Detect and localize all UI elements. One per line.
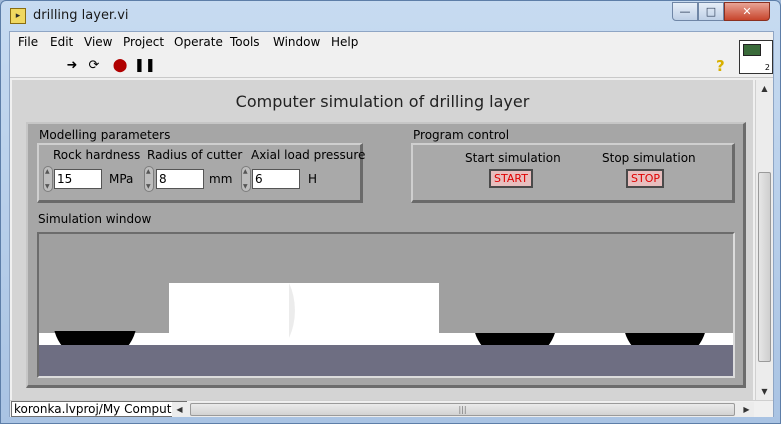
- simulation-canvas: [39, 234, 733, 376]
- rock-right: [439, 234, 733, 333]
- radius-of-cutter-label: Radius of cutter: [147, 148, 243, 162]
- client-area: File Edit View Project Operate Tools Win…: [9, 31, 774, 417]
- panel-title: Computer simulation of drilling layer: [235, 92, 530, 111]
- program-control-cluster: Start simulation START Stop simulation S…: [411, 143, 735, 203]
- vertical-scrollbar[interactable]: ▲ ▼: [755, 80, 773, 400]
- modelling-parameters-cluster: Rock hardness 15 MPa Radius of cutter 8 …: [37, 143, 366, 203]
- application-window: ▸ drilling layer.vi — □ ✕ File Edit View…: [0, 0, 781, 424]
- scroll-up-icon[interactable]: ▲: [756, 80, 773, 97]
- drill-cavity: [169, 283, 439, 338]
- rock-hardness-spinner[interactable]: [43, 166, 53, 192]
- simulation-window: [37, 232, 735, 378]
- menu-edit[interactable]: Edit: [50, 35, 73, 49]
- main-frame: Modelling parameters Program control Roc…: [26, 122, 746, 388]
- close-button[interactable]: ✕: [724, 2, 770, 21]
- maximize-button[interactable]: □: [698, 2, 724, 21]
- minimize-button[interactable]: —: [672, 2, 698, 21]
- status-bar: koronka.lvproj/My Computer ◀ ||| ▶: [10, 400, 773, 417]
- start-simulation-label: Start simulation: [465, 151, 561, 165]
- stop-simulation-label: Stop simulation: [602, 151, 696, 165]
- vertical-scroll-thumb[interactable]: [758, 172, 771, 362]
- run-continuously-icon[interactable]: ⟳: [86, 58, 102, 74]
- vi-number: 2: [764, 63, 770, 72]
- start-button[interactable]: START: [489, 169, 533, 188]
- radius-input[interactable]: 8: [156, 169, 204, 189]
- vi-connector-icon[interactable]: 2: [739, 40, 773, 74]
- project-path[interactable]: koronka.lvproj/My Computer: [11, 401, 187, 417]
- scroll-right-icon[interactable]: ▶: [739, 402, 754, 417]
- simulation-window-label: Simulation window: [38, 212, 152, 226]
- toolbar: ➜ ⟳ ⬤ ❚❚ ?: [10, 54, 773, 78]
- menu-project[interactable]: Project: [123, 35, 164, 49]
- vi-screen-icon: [743, 44, 761, 56]
- menu-view[interactable]: View: [84, 35, 112, 49]
- rock-hardness-label: Rock hardness: [53, 148, 141, 162]
- pressure-unit: H: [308, 172, 318, 186]
- menu-file[interactable]: File: [18, 35, 38, 49]
- pressure-spinner[interactable]: [241, 166, 251, 192]
- base-layer: [39, 345, 733, 376]
- horizontal-scroll-thumb[interactable]: |||: [190, 403, 735, 416]
- rock-top: [169, 234, 439, 283]
- labview-vi-icon: ▸: [10, 8, 26, 24]
- modelling-parameters-label: Modelling parameters: [39, 128, 171, 142]
- rock-hardness-input[interactable]: 15: [54, 169, 102, 189]
- run-arrow-icon[interactable]: ➜: [64, 58, 80, 74]
- axial-load-pressure-label: Axial load pressure: [251, 148, 366, 162]
- rock-left: [39, 234, 169, 331]
- menu-tools[interactable]: Tools: [230, 35, 260, 49]
- scroll-left-icon[interactable]: ◀: [172, 402, 187, 417]
- radius-unit: mm: [209, 172, 233, 186]
- radius-spinner[interactable]: [144, 166, 154, 192]
- scroll-down-icon[interactable]: ▼: [756, 383, 773, 400]
- pressure-input[interactable]: 6: [252, 169, 300, 189]
- front-panel: Computer simulation of drilling layer Mo…: [12, 80, 753, 400]
- help-icon[interactable]: ?: [716, 57, 725, 75]
- menu-help[interactable]: Help: [331, 35, 358, 49]
- menu-operate[interactable]: Operate: [174, 35, 223, 49]
- rock-hardness-unit: MPa: [109, 172, 134, 186]
- menu-window[interactable]: Window: [273, 35, 320, 49]
- title-bar: ▸ drilling layer.vi — □ ✕: [1, 1, 780, 31]
- stop-button[interactable]: STOP: [626, 169, 664, 188]
- abort-icon[interactable]: ⬤: [112, 58, 128, 74]
- window-title: drilling layer.vi: [33, 8, 129, 23]
- horizontal-scrollbar[interactable]: ◀ ||| ▶: [172, 402, 754, 417]
- pause-icon[interactable]: ❚❚: [134, 58, 156, 74]
- program-control-label: Program control: [413, 128, 510, 142]
- menu-bar: File Edit View Project Operate Tools Win…: [10, 32, 773, 54]
